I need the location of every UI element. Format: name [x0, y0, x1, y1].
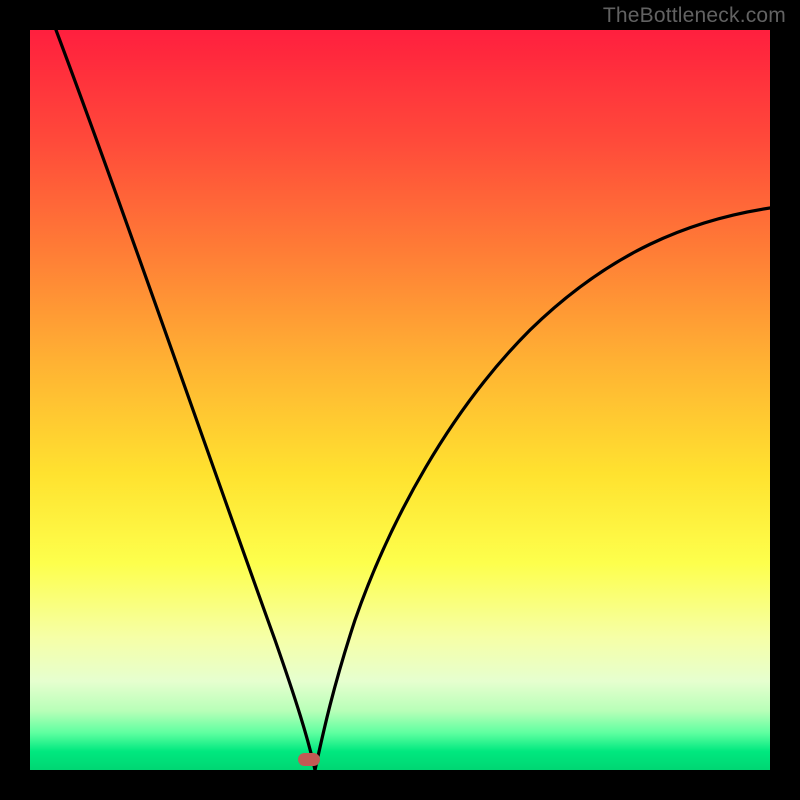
bottleneck-curve-right [315, 208, 770, 770]
minimum-marker [298, 753, 320, 766]
chart-frame: TheBottleneck.com [0, 0, 800, 800]
curve-svg [30, 30, 770, 770]
plot-area [30, 30, 770, 770]
bottleneck-curve-left [56, 30, 315, 770]
watermark-text: TheBottleneck.com [603, 4, 786, 28]
